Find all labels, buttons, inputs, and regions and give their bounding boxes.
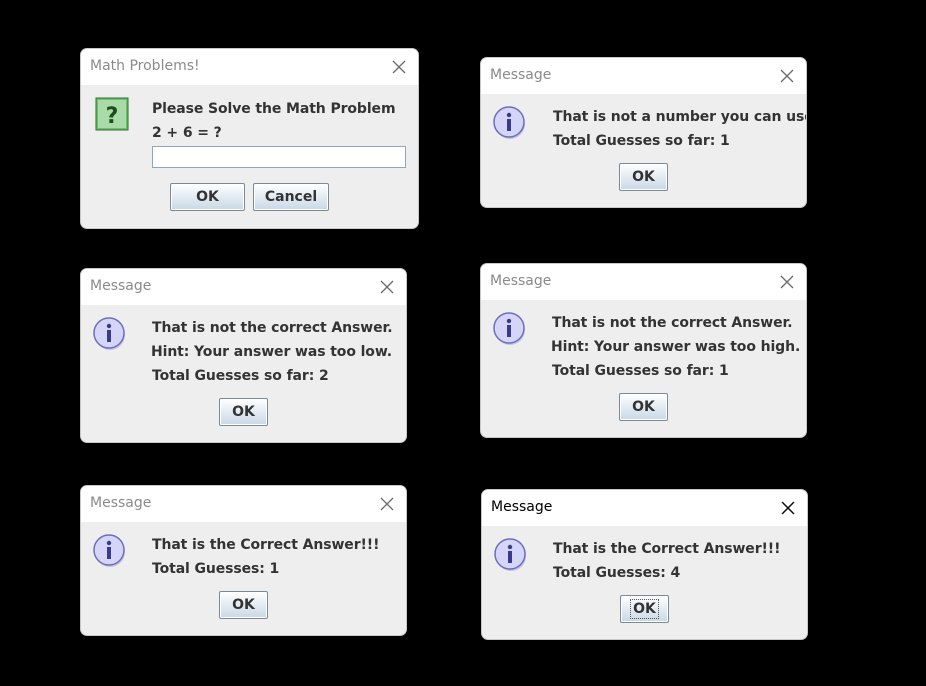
titlebar[interactable]: Message [81,486,406,522]
svg-text:?: ? [106,104,119,129]
ok-label: OK [232,404,255,420]
message-line-2: Hint: Your answer was too high. [551,339,801,355]
answer-input[interactable] [152,146,406,168]
close-icon[interactable] [778,273,796,291]
math-problem-dialog: Math Problems! ? Please Solve the Math P… [80,48,419,229]
info-icon [93,317,127,356]
info-icon [494,538,528,577]
info-icon [93,534,127,573]
dialog-title: Message [491,499,553,515]
message-line-1: That is the Correct Answer!!! [152,537,380,553]
dialog-title: Message [490,273,552,289]
ok-button[interactable]: OK [620,595,669,623]
ok-label: OK [632,169,655,185]
dialog-title: Message [90,278,152,294]
titlebar[interactable]: Message [81,269,406,305]
message-line-2: Total Guesses: 1 [152,561,280,577]
dialog-title: Message [490,67,552,83]
cancel-button[interactable]: Cancel [253,183,329,211]
cancel-label: Cancel [264,189,318,205]
message-line-2: Hint: Your answer was too low. [151,344,392,360]
info-icon [493,106,527,145]
ok-button[interactable]: OK [170,183,245,211]
message-dialog-correct-4: Message That is the Correct Answer!!! To… [481,489,808,640]
message-dialog-too-low: Message That is not the correct Answer. … [80,268,407,443]
message-line-3: Total Guesses so far: 1 [552,363,729,379]
message-dialog-too-high: Message That is not the correct Answer. … [480,263,807,438]
close-icon[interactable] [779,499,797,517]
titlebar[interactable]: Message [482,490,807,526]
message-line-1: That is not the correct Answer. [152,320,393,336]
prompt-text: Please Solve the Math Problem [152,101,396,117]
ok-button[interactable]: OK [619,163,668,191]
question-text: 2 + 6 = ? [152,125,222,141]
info-icon [493,312,527,351]
ok-label: OK [632,399,655,415]
question-icon: ? [95,97,129,136]
titlebar[interactable]: Message [481,58,806,94]
message-dialog-correct-1: Message That is the Correct Answer!!! To… [80,485,407,636]
ok-label: OK [196,189,219,205]
message-line-1: That is the Correct Answer!!! [553,541,781,557]
message-line-2: Total Guesses: 4 [553,565,681,581]
message-dialog-not-number: Message That is not a number you can use… [480,57,807,208]
message-line-2: Total Guesses so far: 1 [553,133,730,149]
ok-label: OK [232,597,255,613]
ok-label: OK [630,599,659,619]
dialog-title: Message [90,495,152,511]
close-icon[interactable] [778,67,796,85]
message-line-3: Total Guesses so far: 2 [152,368,329,384]
titlebar[interactable]: Message [481,264,806,300]
close-icon[interactable] [378,278,396,296]
ok-button[interactable]: OK [619,393,668,421]
close-icon[interactable] [378,495,396,513]
ok-button[interactable]: OK [219,398,268,426]
dialog-title: Math Problems! [90,58,200,74]
message-line-1: That is not a number you can use!! [553,109,807,125]
titlebar[interactable]: Math Problems! [81,49,418,85]
close-icon[interactable] [390,58,408,76]
ok-button[interactable]: OK [219,591,268,619]
message-line-1: That is not the correct Answer. [552,315,793,331]
